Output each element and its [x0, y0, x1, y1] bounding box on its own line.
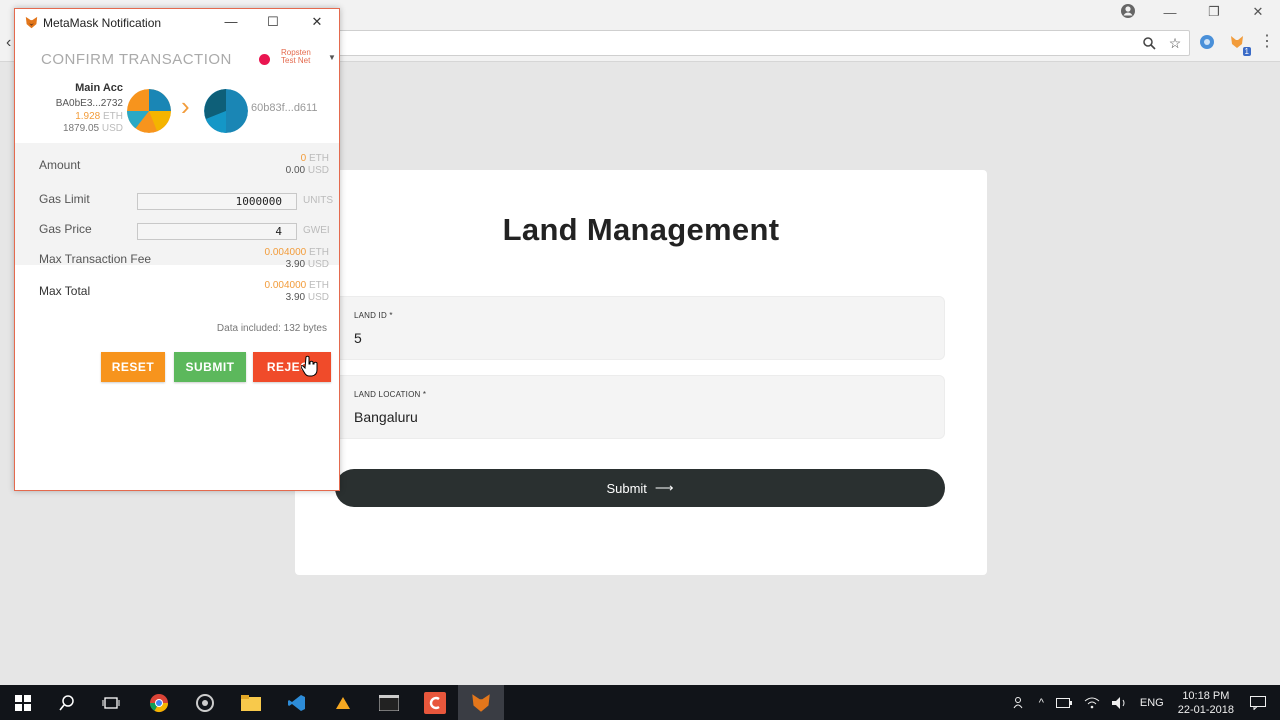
max-fee-label: Max Transaction Fee	[39, 252, 152, 266]
metamask-popup: MetaMask Notification — ☐ ✕ CONFIRM TRAN…	[14, 8, 340, 491]
close-icon[interactable]: ✕	[1236, 0, 1280, 24]
confirm-header: CONFIRM TRANSACTION Ropsten Test Net ▼	[15, 37, 339, 81]
notification-icon[interactable]	[1250, 695, 1266, 710]
profile-icon[interactable]	[1120, 3, 1136, 19]
minimize-icon[interactable]: —	[221, 14, 241, 29]
to-account-address: 60b83f...d611	[251, 102, 318, 114]
caret-down-icon[interactable]: ▼	[328, 53, 336, 62]
max-total-value: 0.004000 ETH 3.90 USD	[264, 280, 330, 303]
restore-icon[interactable]: ❐	[1192, 0, 1236, 24]
land-location-value[interactable]: Bangaluru	[354, 409, 418, 425]
maximize-icon[interactable]: ☐	[263, 14, 283, 30]
confirm-title: CONFIRM TRANSACTION	[41, 51, 232, 68]
max-fee-value: 0.004000 ETH 3.90 USD	[264, 247, 330, 270]
close-icon[interactable]: ✕	[307, 14, 327, 30]
land-id-field[interactable]: LAND ID * 5	[335, 296, 945, 360]
reset-button[interactable]: RESET	[101, 352, 165, 382]
clock-date: 22-01-2018	[1177, 703, 1234, 716]
account-transfer: Main Acc BA0bE3...2732 1.928 ETH 1879.05…	[15, 81, 339, 141]
metamask-extension-icon[interactable]: 1	[1228, 33, 1251, 56]
gas-price-unit: GWEI	[303, 225, 330, 236]
network-selector[interactable]: Ropsten Test Net	[281, 49, 311, 65]
from-account-usd: 1879.05 USD	[62, 123, 123, 134]
gas-limit-unit: UNITS	[303, 195, 333, 206]
land-location-field[interactable]: LAND LOCATION * Bangaluru	[335, 375, 945, 439]
metamask-titlebar: MetaMask Notification — ☐ ✕	[15, 9, 339, 37]
reject-button[interactable]: REJECT	[253, 352, 331, 382]
zoom-icon[interactable]	[1141, 35, 1157, 51]
chrome-icon[interactable]	[136, 685, 182, 720]
gas-limit-label: Gas Limit	[39, 192, 90, 206]
wifi-icon[interactable]	[1084, 697, 1100, 709]
extension-icon[interactable]	[1198, 33, 1216, 51]
windows-start-icon[interactable]	[0, 685, 46, 720]
clock[interactable]: 10:18 PM 22-01-2018	[1178, 689, 1234, 717]
metamask-window-title: MetaMask Notification	[43, 16, 162, 30]
submit-button[interactable]: Submit ⟶	[335, 469, 945, 507]
extension-badge: 1	[1242, 47, 1251, 56]
address-bar[interactable]: ☆	[330, 30, 1190, 56]
taskbar: ^ ENG 10:18 PM 22-01-2018	[0, 685, 1280, 720]
metamask-submit-button[interactable]: SUBMIT	[174, 352, 246, 382]
network-status-dot	[259, 54, 270, 65]
submit-label: Submit	[606, 480, 647, 496]
file-explorer-icon[interactable]	[228, 685, 274, 720]
app-c-icon[interactable]	[412, 685, 458, 720]
ganache-app-icon[interactable]	[320, 685, 366, 720]
bookmark-star-icon[interactable]: ☆	[1167, 35, 1183, 51]
land-id-label: LAND ID *	[354, 311, 393, 320]
back-arrow-icon[interactable]: ‹	[6, 34, 11, 52]
people-icon[interactable]	[1013, 696, 1027, 710]
gas-limit-input[interactable]: 1000000	[137, 193, 297, 210]
arrow-right-icon: ⟶	[654, 480, 674, 495]
system-tray: ^ ENG 10:18 PM 22-01-2018	[1007, 685, 1280, 720]
terminal-icon[interactable]	[366, 685, 412, 720]
gas-price-label: Gas Price	[39, 222, 92, 236]
settings-app-icon[interactable]	[182, 685, 228, 720]
land-id-value[interactable]: 5	[354, 330, 362, 346]
minimize-icon[interactable]: —	[1148, 0, 1192, 24]
vscode-icon[interactable]	[274, 685, 320, 720]
max-total-label: Max Total	[39, 284, 91, 298]
land-location-label: LAND LOCATION *	[354, 390, 427, 399]
amount-label: Amount	[39, 158, 81, 172]
chevron-up-icon[interactable]: ^	[1039, 697, 1044, 709]
search-icon[interactable]	[44, 685, 90, 720]
from-account-address: BA0bE3...2732	[55, 98, 123, 109]
amount-value: 0 ETH 0.00 USD	[285, 153, 329, 176]
metamask-fox-icon	[25, 16, 38, 29]
arrow-chevron-icon: ›	[181, 91, 190, 121]
battery-icon[interactable]	[1055, 697, 1072, 708]
language-indicator[interactable]: ENG	[1140, 697, 1164, 709]
land-form-card: Land Management LAND ID * 5 LAND LOCATIO…	[295, 170, 987, 575]
gas-price-input[interactable]: 4	[137, 223, 297, 240]
clock-time: 10:18 PM	[1182, 689, 1230, 702]
page-title: Land Management	[502, 212, 780, 247]
from-account-name: Main Acc	[75, 82, 123, 94]
volume-icon[interactable]	[1111, 696, 1128, 709]
metamask-taskbar-icon[interactable]	[458, 685, 504, 720]
from-account-eth: 1.928 ETH	[75, 111, 123, 122]
network-name-line2: Test Net	[281, 56, 311, 65]
data-included-text: Data included: 132 bytes	[216, 323, 327, 334]
browser-window-controls: — ❐ ✕	[1148, 0, 1280, 24]
to-avatar-icon	[204, 89, 248, 133]
task-view-icon[interactable]	[88, 685, 134, 720]
from-avatar-icon	[127, 89, 171, 133]
menu-icon[interactable]: ⋮	[1258, 33, 1276, 51]
hand-cursor-icon	[301, 355, 318, 377]
